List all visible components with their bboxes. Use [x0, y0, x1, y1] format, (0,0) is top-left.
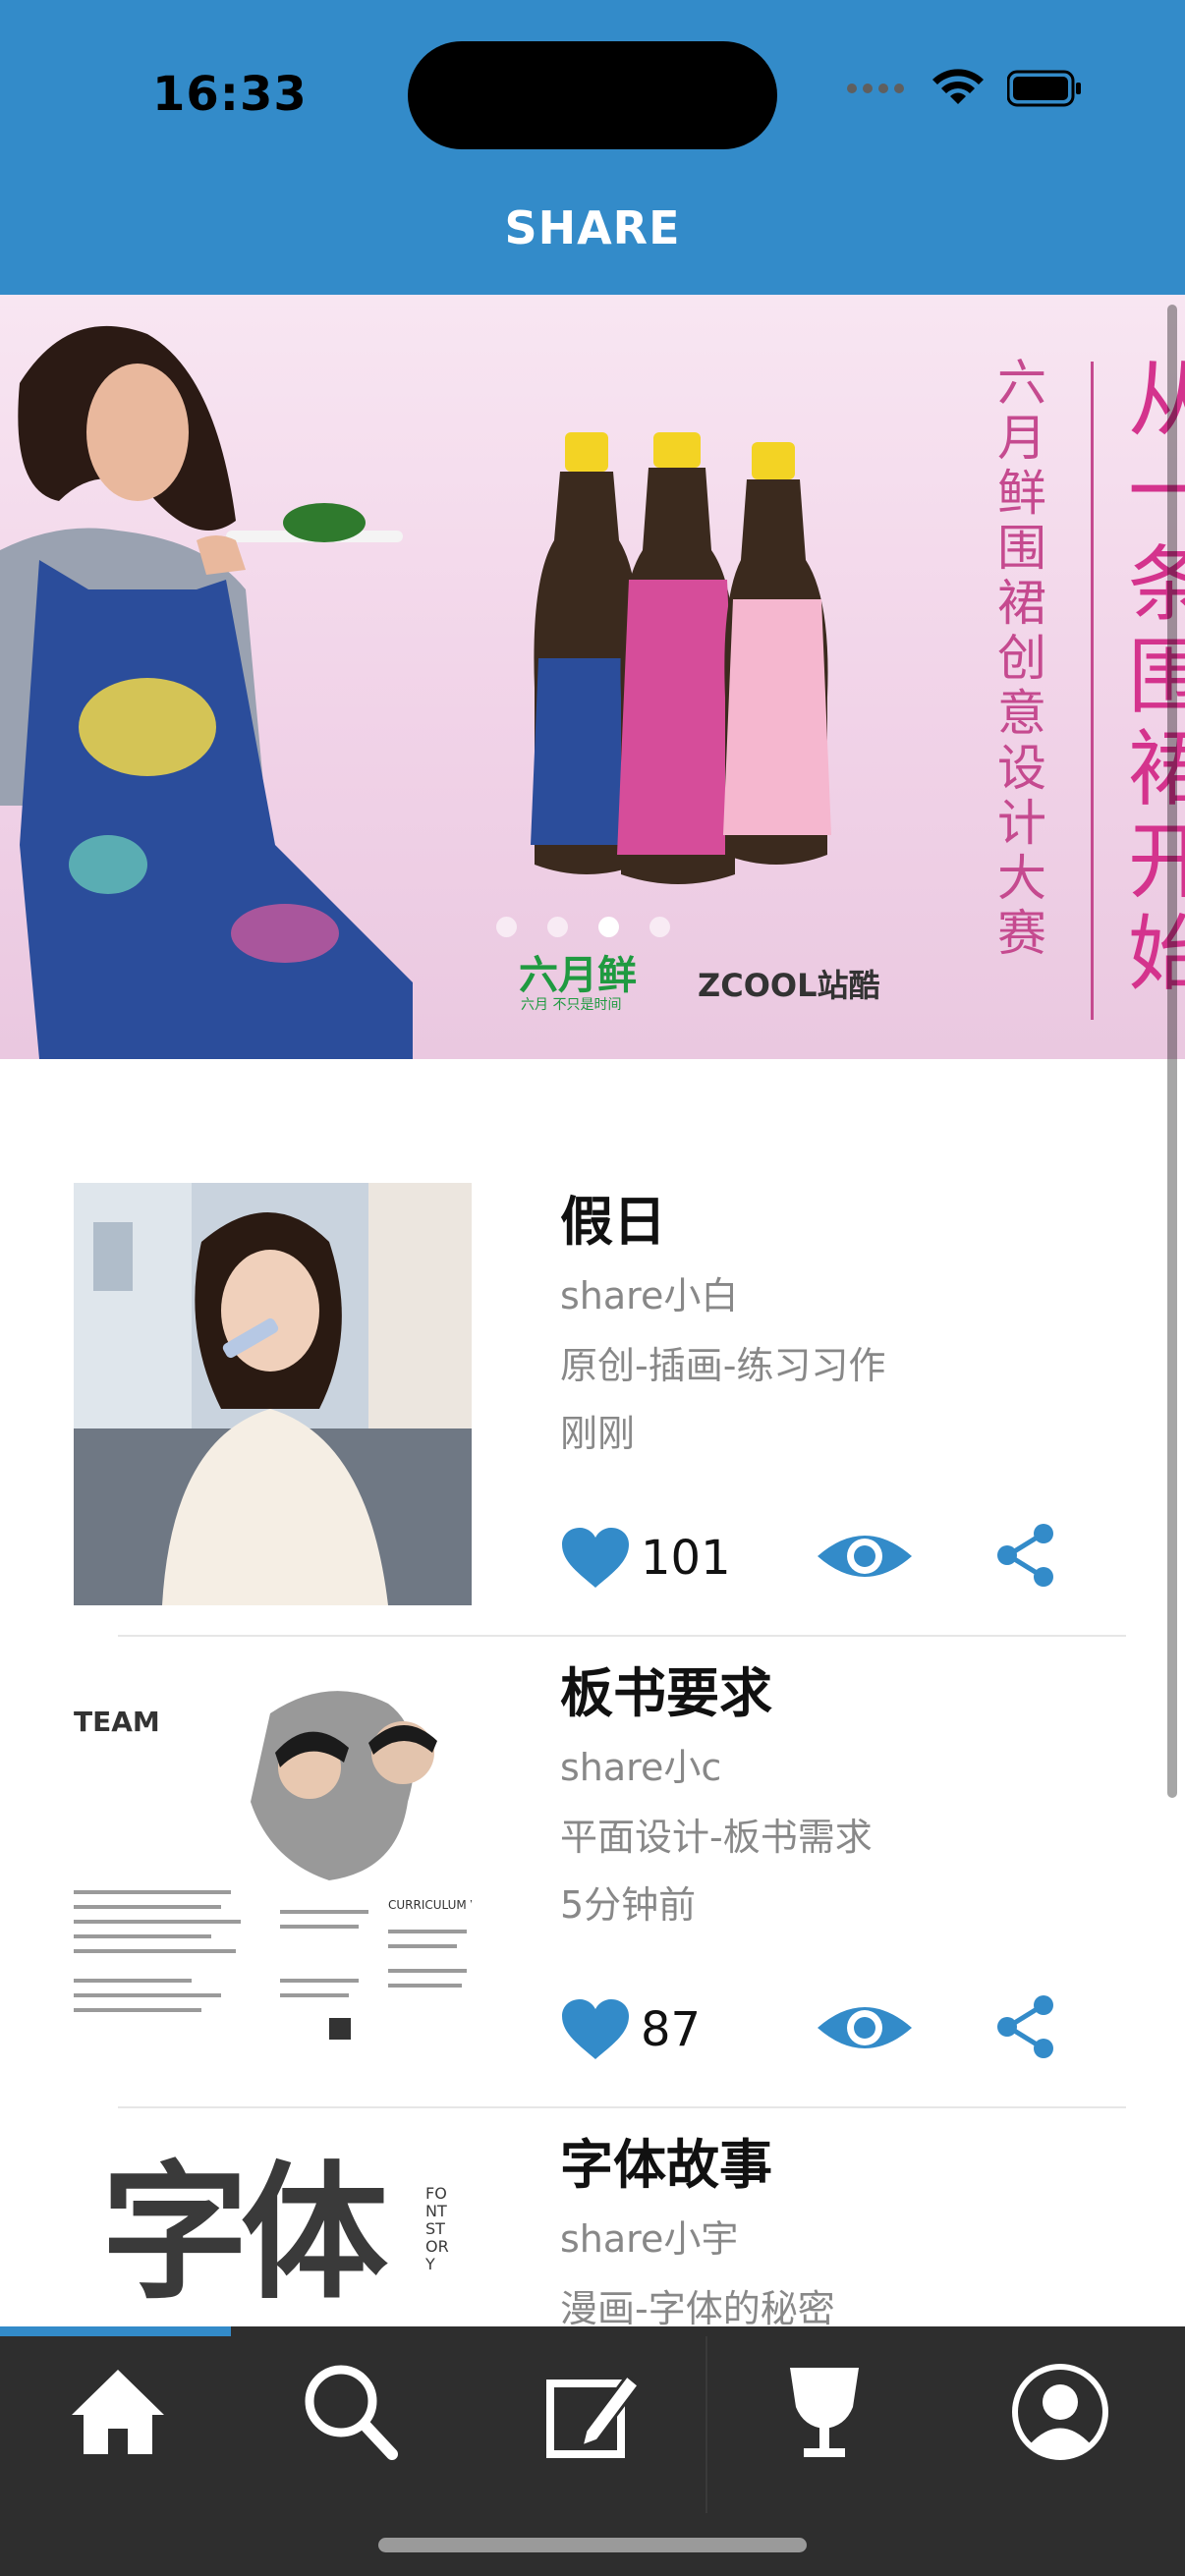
trophy-icon	[790, 2368, 859, 2457]
page-title: SHARE	[504, 201, 681, 254]
post-author[interactable]: share小宇	[560, 2205, 1150, 2273]
like-button[interactable]: 87	[560, 1998, 701, 2061]
post-time: 5分钟前	[560, 1883, 697, 1927]
home-icon	[72, 2370, 164, 2454]
post-title[interactable]: 板书要求	[560, 1654, 1150, 1733]
feed-item[interactable]: 假日 share小白 原创-插画-练习习作 刚刚 101	[0, 1183, 1185, 1654]
search-icon	[305, 2365, 398, 2460]
promo-banner[interactable]: 六月鲜围裙创意设计大赛 从一条围裙开始 六月鲜 六月 不只是时间 ZCOOL站酷	[0, 295, 1185, 1059]
post-category: 平面设计-板书需求	[560, 1816, 873, 1859]
compose-icon	[546, 2373, 642, 2458]
profile-icon	[1012, 2364, 1108, 2460]
tab-compose[interactable]	[475, 2358, 710, 2495]
post-author[interactable]: share小c	[560, 1733, 1150, 1802]
row-divider	[118, 2106, 1126, 2108]
view-eye-icon[interactable]	[816, 1998, 914, 2057]
like-count: 101	[641, 1531, 731, 1586]
brand-logo-zcool: ZCOOL站酷	[698, 967, 880, 1004]
share-icon[interactable]	[992, 1992, 1061, 2061]
page-dot[interactable]	[547, 917, 568, 937]
post-category: 原创-插画-练习习作	[560, 1344, 886, 1387]
brand-logo-liuyuexian: 六月鲜	[519, 953, 637, 998]
row-divider	[118, 1635, 1126, 1637]
tab-search[interactable]	[232, 2358, 468, 2495]
dynamic-island	[408, 41, 777, 149]
tab-profile[interactable]	[942, 2358, 1178, 2495]
share-icon[interactable]	[992, 1521, 1061, 1590]
thumbnail-cv-label: CURRICULUM V	[388, 1898, 472, 1912]
status-time: 16:33	[152, 67, 308, 122]
wifi-icon	[932, 69, 984, 104]
top-bar: 16:33 SHARE	[0, 0, 1185, 295]
feed-info: 板书要求 share小c 平面设计-板书需求 5分钟前	[560, 1654, 1150, 1937]
feed-info: 假日 share小白 原创-插画-练习习作 刚刚	[560, 1183, 1150, 1466]
banner-divider-line	[1091, 362, 1094, 1020]
post-category: 漫画-字体的秘密	[560, 2287, 835, 2326]
page-dot[interactable]	[496, 917, 517, 937]
brand-tagline: 六月 不只是时间	[521, 997, 622, 1013]
thumbnail-photo-girl	[74, 1183, 472, 1605]
feed-thumbnail[interactable]	[74, 1183, 472, 1605]
feed-item[interactable]: 字体 FONT STORY 字体故事 share小宇 漫画-字体的秘密	[0, 2126, 1185, 2326]
battery-icon	[1007, 70, 1081, 107]
banner-page-dots[interactable]	[496, 917, 670, 937]
post-title[interactable]: 假日	[560, 1183, 1150, 1261]
status-icons	[846, 69, 1082, 108]
thumbnail-font-story-text: FONT STORY	[425, 2184, 449, 2273]
tab-trophy[interactable]	[706, 2358, 942, 2495]
like-count: 87	[641, 2002, 702, 2057]
banner-model-illustration	[0, 325, 413, 1059]
page-dot[interactable]	[649, 917, 670, 937]
like-button[interactable]: 101	[560, 1527, 731, 1590]
banner-bottles-illustration	[531, 432, 831, 884]
thumbnail-resume-illustration	[74, 1691, 467, 2040]
page-dot-active[interactable]	[598, 917, 619, 937]
heart-icon	[562, 1999, 629, 2059]
home-indicator[interactable]	[378, 2538, 807, 2552]
feed-thumbnail[interactable]: TEAM CURRICULUM V	[74, 1654, 472, 2077]
feed-thumbnail[interactable]: 字体 FONT STORY	[74, 2126, 472, 2326]
banner-vertical-title: 六月鲜围裙创意设计大赛	[997, 355, 1046, 962]
post-time: 刚刚	[560, 1412, 636, 1455]
thumbnail-font-big-text: 字体	[101, 2149, 388, 2320]
post-actions: 101	[560, 1517, 1071, 1596]
post-author[interactable]: share小白	[560, 1261, 1150, 1330]
feed-info: 字体故事 share小宇 漫画-字体的秘密	[560, 2126, 1150, 2326]
feed-item[interactable]: TEAM CURRICULUM V 板书要求 share小c 平面设计-板书需求	[0, 1654, 1185, 2126]
tab-home[interactable]	[0, 2358, 236, 2495]
heart-icon	[562, 1528, 629, 1588]
cellular-icon	[847, 84, 904, 93]
post-title[interactable]: 字体故事	[560, 2126, 1150, 2205]
tab-selected-indicator	[0, 2326, 231, 2336]
view-eye-icon[interactable]	[816, 1527, 914, 1586]
post-actions: 87	[560, 1988, 1071, 2067]
